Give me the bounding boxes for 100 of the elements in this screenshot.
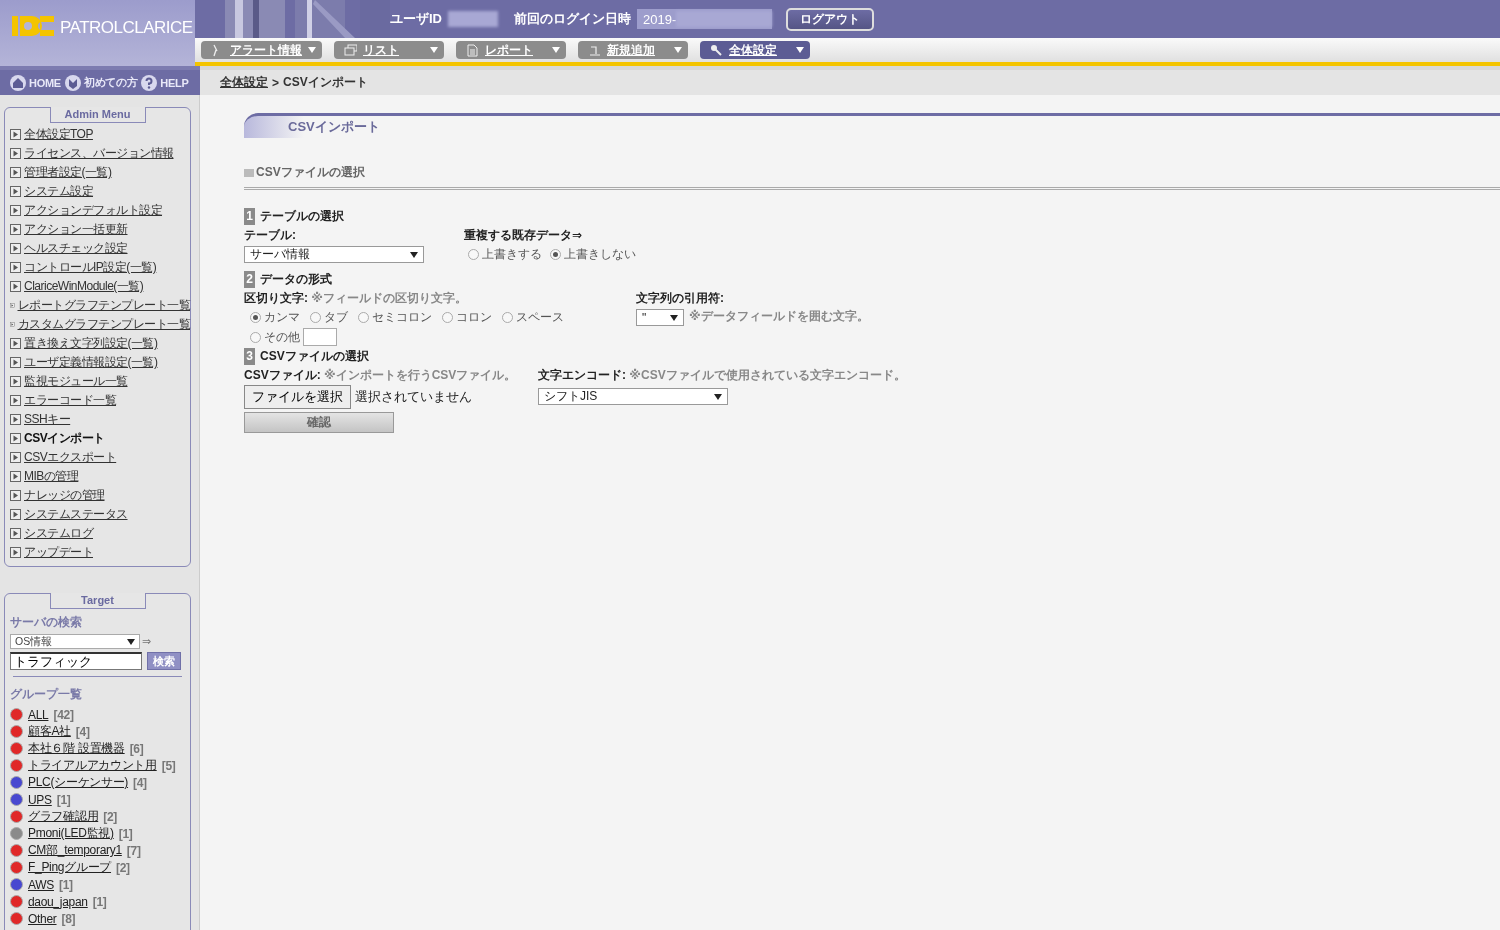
group-link[interactable]: Other	[28, 911, 57, 926]
menu-link[interactable]: システム設定	[24, 183, 93, 200]
menu-link[interactable]: 置き換え文字列設定(一覧)	[24, 335, 158, 352]
field-label: 文字列の引用符:	[636, 290, 725, 307]
menu-link[interactable]: ヘルスチェック設定	[24, 240, 128, 257]
group-link[interactable]: CM部_temporary1	[28, 842, 122, 859]
home-icon	[10, 74, 26, 91]
logout-button[interactable]: ログアウト	[786, 7, 875, 31]
menu-link[interactable]: SSHキー	[24, 411, 71, 428]
quick-link[interactable]: 初めての方	[64, 74, 138, 91]
group-link[interactable]: グラフ確認用	[28, 808, 99, 825]
group-count: [1]	[118, 826, 133, 841]
confirm-button[interactable]: 確認	[244, 412, 394, 433]
section-heading: CSVファイルの選択	[244, 164, 1500, 190]
caret-icon	[670, 314, 678, 321]
menu-link[interactable]: 管理者設定(一覧)	[24, 164, 112, 181]
table-select[interactable]: サーバ情報	[244, 246, 424, 263]
radio-option[interactable]: コロン	[442, 309, 492, 326]
other-delimiter-field[interactable]	[303, 328, 337, 346]
radio-option[interactable]: 上書きする	[468, 246, 542, 263]
panel-title: Target	[49, 593, 146, 609]
group-link[interactable]: 本社６階 設置機器	[28, 740, 125, 757]
radio-option[interactable]: スペース	[502, 309, 564, 326]
caret-icon	[714, 393, 722, 400]
keyword-field[interactable]: トラフィック	[10, 652, 142, 670]
radio-button[interactable]	[442, 312, 453, 323]
wrench-icon	[710, 43, 723, 57]
caret-icon	[127, 638, 135, 645]
menu-link[interactable]: ClariceWinModule(一覧)	[24, 278, 144, 295]
menu-link[interactable]: ナレッジの管理	[24, 487, 105, 504]
menu-link[interactable]: レポートグラフテンプレート一覧	[17, 297, 190, 314]
group-link[interactable]: PLC(シーケンサー)	[28, 774, 129, 791]
group-count: [1]	[56, 792, 71, 807]
menu-link[interactable]: 監視モジュール一覧	[24, 373, 128, 390]
search-label: サーバの検索	[10, 614, 83, 631]
breadcrumb-link[interactable]: 全体設定	[220, 74, 268, 91]
menu-link[interactable]: アクションデフォルト設定	[24, 202, 162, 219]
radio-button[interactable]	[502, 312, 513, 323]
group-count: [7]	[126, 843, 141, 858]
group-link[interactable]: F_Pingグループ	[28, 859, 112, 876]
breadcrumb-current: CSVインポート	[283, 74, 368, 91]
radio-button[interactable]	[250, 312, 261, 323]
group-count: [2]	[103, 809, 117, 824]
radio-button[interactable]	[358, 312, 369, 323]
menu-link[interactable]: 全体設定TOP	[24, 126, 93, 143]
group-link[interactable]: daou_japan	[28, 894, 88, 909]
caret-icon	[430, 47, 438, 53]
step-title: CSVファイルの選択	[260, 348, 369, 365]
radio-button[interactable]	[250, 331, 261, 343]
group-link[interactable]: UPS	[28, 792, 52, 807]
menu-link[interactable]: システムログ	[24, 525, 93, 542]
group-link[interactable]: 顧客A社	[28, 723, 71, 740]
arrow-text: ⇒	[142, 635, 152, 648]
group-count: [5]	[161, 758, 176, 773]
menu-link[interactable]: ユーザ定義情報設定(一覧)	[24, 354, 158, 371]
menu-link[interactable]: エラーコード一覧	[24, 392, 116, 409]
radio-option[interactable]: セミコロン	[358, 309, 432, 326]
radio-button[interactable]	[550, 249, 561, 260]
user-id-label: ユーザID	[390, 10, 442, 28]
step-number: 2	[244, 271, 255, 288]
step-number: 1	[244, 208, 255, 225]
quick-link[interactable]: HELP	[141, 74, 189, 91]
caret-icon	[308, 47, 316, 53]
blurred-user-id	[448, 11, 498, 27]
menu-link[interactable]: カスタムグラフテンプレート一覧	[17, 316, 190, 333]
menu-link[interactable]: ライセンス、バージョン情報	[24, 145, 174, 162]
group-link[interactable]: Pmoni(LED監視)	[28, 825, 114, 842]
menu-link[interactable]: MIBの管理	[24, 468, 79, 485]
step-title: データの形式	[260, 271, 332, 288]
radio-option[interactable]: 上書きしない	[550, 246, 636, 263]
breadcrumb-separator: >	[272, 75, 279, 90]
field-label: テーブル:	[244, 227, 297, 244]
radio-option[interactable]: カンマ	[250, 309, 300, 326]
choose-file-button[interactable]: ファイルを選択	[244, 385, 351, 409]
file-status: 選択されていません	[355, 388, 472, 406]
group-count: [6]	[129, 741, 144, 756]
group-count: [1]	[92, 894, 107, 909]
field-label: 区切り文字: ※フィールドの区切り文字。	[244, 290, 468, 307]
group-link[interactable]: トライアルアカウント用	[28, 757, 157, 774]
menu-link[interactable]: アクション一括更新	[24, 221, 128, 238]
windows-icon	[344, 43, 357, 57]
page-title: CSVインポート	[244, 113, 1500, 138]
radio-button[interactable]	[310, 312, 321, 323]
radio-option[interactable]: その他	[250, 328, 300, 346]
menu-link[interactable]: アップデート	[24, 544, 93, 561]
quick-link[interactable]: HOME	[10, 74, 61, 91]
radio-button[interactable]	[468, 249, 479, 260]
nav-tab[interactable]: 全体設定	[700, 41, 810, 59]
group-link[interactable]: ALL	[28, 707, 49, 722]
step-title: テーブルの選択	[260, 208, 344, 225]
encoding-select[interactable]: シフトJIS	[538, 388, 728, 405]
search-type-select[interactable]: OS情報	[10, 634, 140, 649]
radio-option[interactable]: タブ	[310, 309, 348, 326]
menu-link[interactable]: システムステータス	[24, 506, 128, 523]
group-link[interactable]: AWS	[28, 877, 54, 892]
group-count: [1]	[59, 877, 73, 892]
menu-link[interactable]: CSVエクスポート	[24, 449, 117, 466]
menu-item[interactable]: CSVインポート	[24, 430, 105, 447]
quote-select[interactable]: "	[636, 309, 684, 326]
menu-link[interactable]: コントロールIP設定(一覧)	[24, 259, 157, 276]
